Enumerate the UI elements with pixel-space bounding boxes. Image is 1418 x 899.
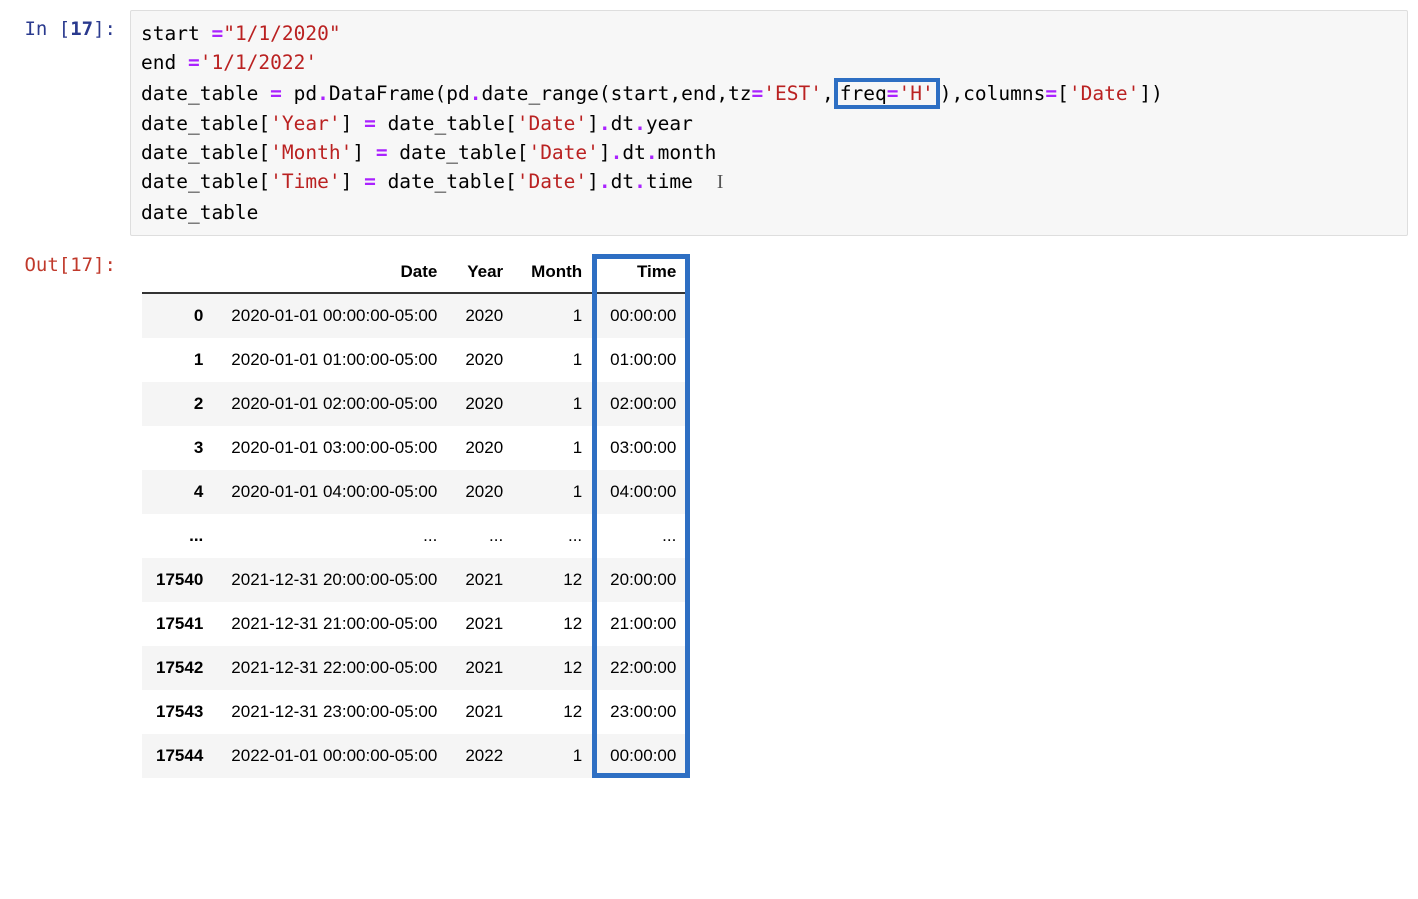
cell-date: 2021-12-31 21:00:00-05:00 — [217, 602, 451, 646]
cell-year: 2021 — [451, 602, 517, 646]
cell-month: 12 — [517, 602, 596, 646]
text-cursor-icon: I — [717, 168, 724, 197]
row-index: 0 — [142, 293, 217, 338]
table-row: 175442022-01-01 00:00:00-05:002022100:00… — [142, 734, 690, 778]
cell-month: 12 — [517, 558, 596, 602]
freq-highlight: freq='H' — [834, 78, 940, 109]
cell-date: 2021-12-31 23:00:00-05:00 — [217, 690, 451, 734]
row-index: 17541 — [142, 602, 217, 646]
cell-month: 1 — [517, 382, 596, 426]
output-cell: Out[17]: Date Year Month Time 02020-01-0… — [10, 246, 1408, 783]
cell-date: 2022-01-01 00:00:00-05:00 — [217, 734, 451, 778]
row-index: 17544 — [142, 734, 217, 778]
cell-date: 2020-01-01 04:00:00-05:00 — [217, 470, 451, 514]
cell-date: 2020-01-01 02:00:00-05:00 — [217, 382, 451, 426]
cell-time: 01:00:00 — [596, 338, 690, 382]
cell-time: 00:00:00 — [596, 734, 690, 778]
cell-year: 2021 — [451, 558, 517, 602]
cell-month: 1 — [517, 426, 596, 470]
cell-date: 2021-12-31 22:00:00-05:00 — [217, 646, 451, 690]
dataframe-wrap: Date Year Month Time 02020-01-01 00:00:0… — [142, 252, 690, 778]
row-index: 3 — [142, 426, 217, 470]
table-row: 175402021-12-31 20:00:00-05:0020211220:0… — [142, 558, 690, 602]
row-index: 4 — [142, 470, 217, 514]
cell-time: 00:00:00 — [596, 293, 690, 338]
cell-year: 2020 — [451, 382, 517, 426]
cell-time: 02:00:00 — [596, 382, 690, 426]
cell-time: 22:00:00 — [596, 646, 690, 690]
col-header-month: Month — [517, 252, 596, 293]
table-row: 175412021-12-31 21:00:00-05:0020211221:0… — [142, 602, 690, 646]
table-row: ............... — [142, 514, 690, 558]
row-index: ... — [142, 514, 217, 558]
table-row: 12020-01-01 01:00:00-05:002020101:00:00 — [142, 338, 690, 382]
cell-year: 2020 — [451, 470, 517, 514]
output-area: Date Year Month Time 02020-01-01 00:00:0… — [130, 246, 1408, 783]
cell-time: 20:00:00 — [596, 558, 690, 602]
row-index: 17542 — [142, 646, 217, 690]
cell-year: ... — [451, 514, 517, 558]
cell-year: 2021 — [451, 690, 517, 734]
cell-month: ... — [517, 514, 596, 558]
cell-month: 1 — [517, 338, 596, 382]
cell-time: 21:00:00 — [596, 602, 690, 646]
cell-year: 2020 — [451, 338, 517, 382]
row-index: 17543 — [142, 690, 217, 734]
cell-year: 2022 — [451, 734, 517, 778]
cell-time: 04:00:00 — [596, 470, 690, 514]
dataframe-table: Date Year Month Time 02020-01-01 00:00:0… — [142, 252, 690, 778]
col-header-index — [142, 252, 217, 293]
cell-time: ... — [596, 514, 690, 558]
code-cell[interactable]: start ="1/1/2020" end ='1/1/2022' date_t… — [130, 10, 1408, 236]
cell-date: 2020-01-01 00:00:00-05:00 — [217, 293, 451, 338]
table-row: 175432021-12-31 23:00:00-05:0020211223:0… — [142, 690, 690, 734]
cell-month: 1 — [517, 734, 596, 778]
cell-month: 12 — [517, 690, 596, 734]
col-header-year: Year — [451, 252, 517, 293]
cell-time: 03:00:00 — [596, 426, 690, 470]
col-header-time: Time — [596, 252, 690, 293]
row-index: 1 — [142, 338, 217, 382]
table-row: 175422021-12-31 22:00:00-05:0020211222:0… — [142, 646, 690, 690]
cell-year: 2021 — [451, 646, 517, 690]
out-prompt: Out[17]: — [10, 246, 130, 284]
cell-date: 2020-01-01 03:00:00-05:00 — [217, 426, 451, 470]
row-index: 2 — [142, 382, 217, 426]
cell-month: 12 — [517, 646, 596, 690]
in-prompt: In [17]: — [10, 10, 130, 48]
cell-month: 1 — [517, 293, 596, 338]
cell-date: 2021-12-31 20:00:00-05:00 — [217, 558, 451, 602]
table-row: 42020-01-01 04:00:00-05:002020104:00:00 — [142, 470, 690, 514]
table-row: 02020-01-01 00:00:00-05:002020100:00:00 — [142, 293, 690, 338]
cell-month: 1 — [517, 470, 596, 514]
table-row: 32020-01-01 03:00:00-05:002020103:00:00 — [142, 426, 690, 470]
cell-year: 2020 — [451, 426, 517, 470]
input-cell: In [17]: start ="1/1/2020" end ='1/1/202… — [10, 10, 1408, 236]
cell-date: ... — [217, 514, 451, 558]
col-header-date: Date — [217, 252, 451, 293]
cell-year: 2020 — [451, 293, 517, 338]
cell-date: 2020-01-01 01:00:00-05:00 — [217, 338, 451, 382]
cell-time: 23:00:00 — [596, 690, 690, 734]
table-row: 22020-01-01 02:00:00-05:002020102:00:00 — [142, 382, 690, 426]
row-index: 17540 — [142, 558, 217, 602]
